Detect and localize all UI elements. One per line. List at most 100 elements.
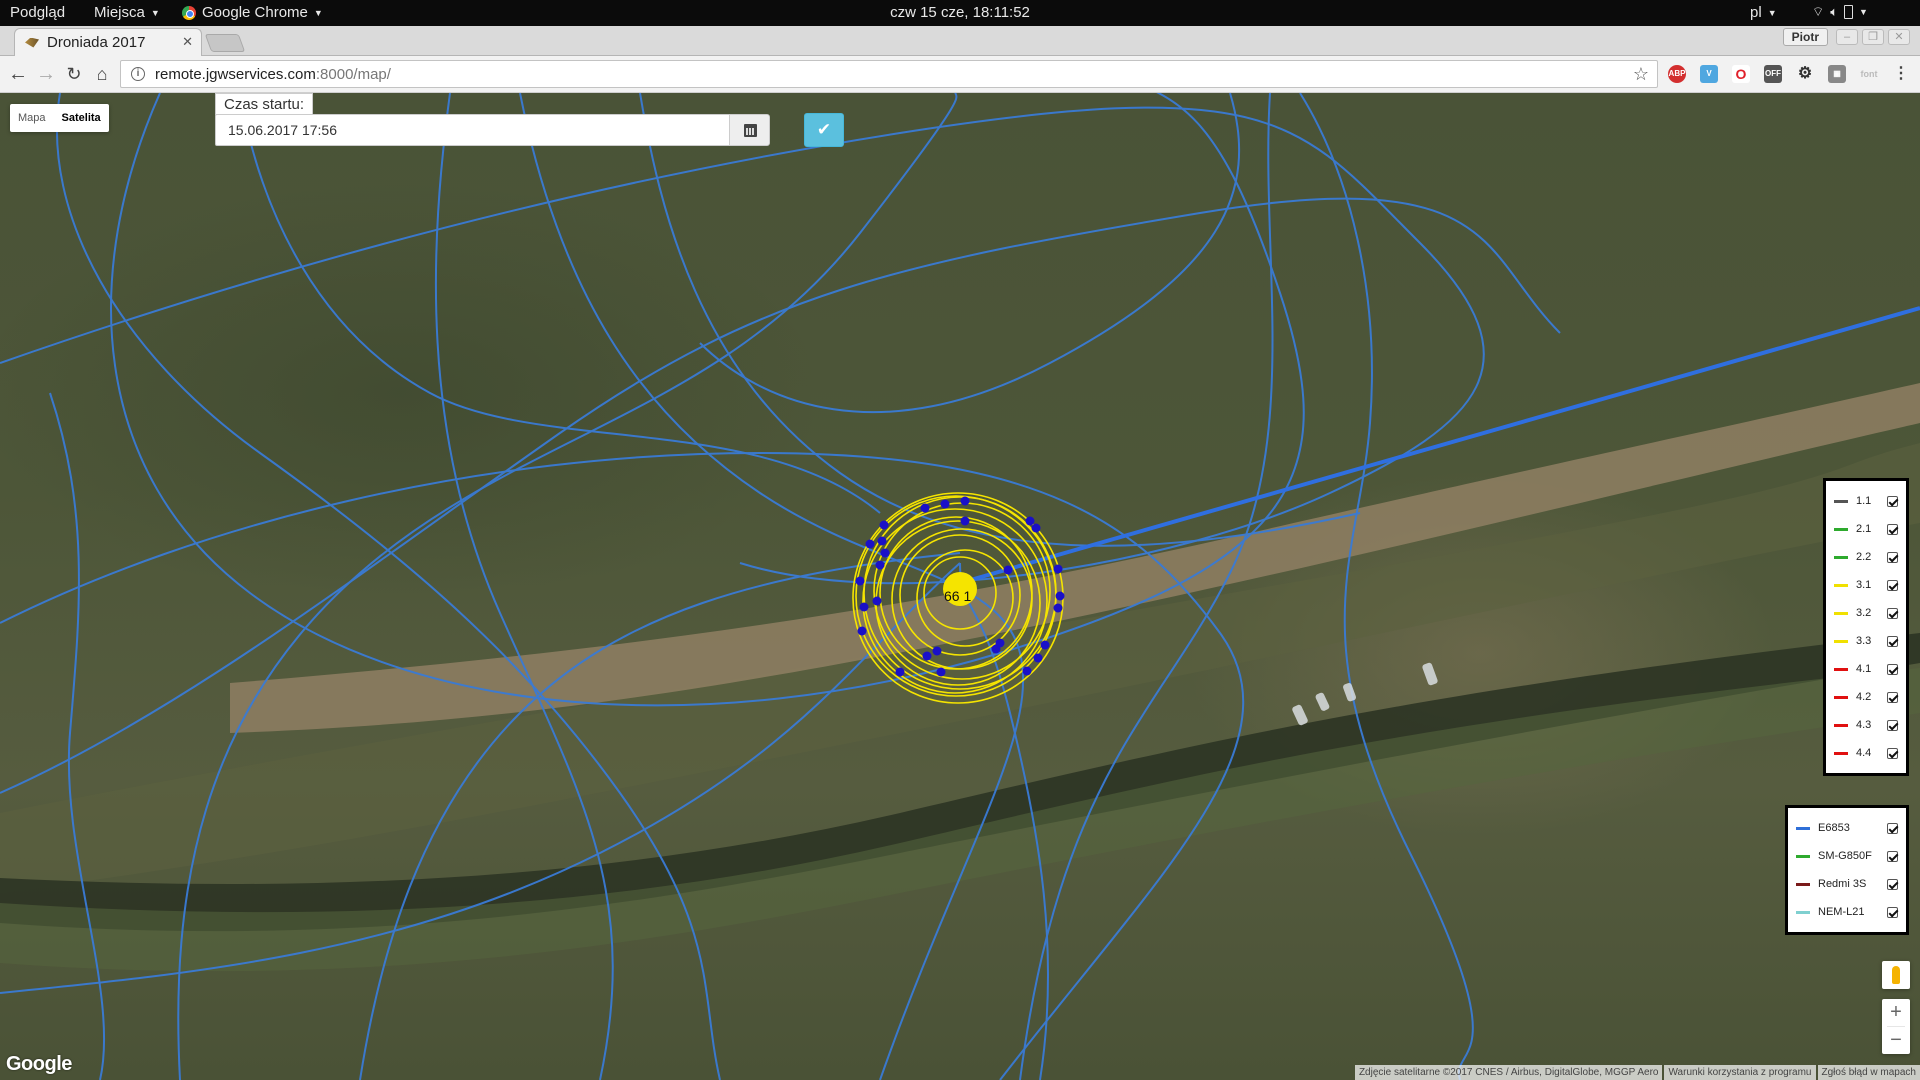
google-logo: Google [6,1053,72,1075]
waypoint[interactable] [991,644,1001,654]
menu-icon[interactable]: ⋮ [1892,65,1910,83]
legend-row[interactable]: 4.1 [1834,655,1898,683]
map-type-satellite[interactable]: Satelita [54,104,109,132]
waypoint[interactable] [1003,565,1013,575]
maximize-button[interactable]: ❐ [1862,29,1884,45]
legend-checkbox[interactable] [1887,878,1898,890]
favicon [25,37,39,48]
waypoint[interactable] [879,520,889,530]
marker-label: 66 1 [944,588,972,604]
legend-checkbox[interactable] [1887,906,1898,918]
legend-checkbox[interactable] [1887,850,1898,862]
waypoint[interactable] [960,496,970,506]
street-view-pegman-icon[interactable] [1882,961,1910,989]
legend-checkbox[interactable] [1887,747,1898,759]
waypoint[interactable] [865,539,875,549]
zoom-in-button[interactable]: + [1882,999,1910,1026]
reload-button[interactable]: ↻ [62,62,86,86]
opera-extension-icon[interactable]: O [1732,65,1750,83]
adblock-extension-icon[interactable]: ABP [1668,65,1686,83]
legend-row[interactable]: 4.3 [1834,711,1898,739]
v-extension-icon[interactable]: V [1700,65,1718,83]
legend-checkbox[interactable] [1887,495,1898,507]
legend-row[interactable]: 1.1 [1834,487,1898,515]
new-tab-button[interactable] [204,34,246,52]
waypoint[interactable] [1031,523,1041,533]
gear-icon[interactable]: ⚙ [1796,65,1814,83]
legend-checkbox[interactable] [1887,822,1898,834]
off-extension-icon[interactable]: OFF [1764,65,1782,83]
legend-row[interactable]: 4.2 [1834,683,1898,711]
legend-checkbox[interactable] [1887,691,1898,703]
address-bar[interactable]: i remote.jgwservices.com:8000/map/ ☆ [120,60,1658,88]
legend-row[interactable]: 2.1 [1834,515,1898,543]
report-error-link[interactable]: Zgłoś błąd w mapach [1817,1065,1920,1080]
legend-checkbox[interactable] [1887,551,1898,563]
minimize-button[interactable]: – [1836,29,1858,45]
zoom-out-button[interactable]: − [1882,1027,1910,1054]
start-time-input[interactable]: 15.06.2017 17:56 [215,114,730,146]
waypoint[interactable] [855,576,865,586]
terms-link[interactable]: Warunki korzystania z programu [1664,1065,1816,1080]
waypoint[interactable] [1022,666,1032,676]
legend-checkbox[interactable] [1887,607,1898,619]
waypoint[interactable] [880,548,890,558]
clock[interactable]: czw 15 cze, 18:11:52 [890,4,1030,21]
legend-row[interactable]: 3.1 [1834,571,1898,599]
legend-checkbox[interactable] [1887,523,1898,535]
waypoint[interactable] [922,651,932,661]
font-extension-icon[interactable]: font [1860,65,1878,83]
language-menu[interactable]: pl ▼ [1750,4,1777,21]
calendar-button[interactable] [729,114,770,146]
waypoint[interactable] [1053,564,1063,574]
home-button[interactable]: ⌂ [90,62,114,86]
info-icon[interactable]: i [131,67,145,81]
activities-button[interactable]: Podgląd [10,4,65,21]
legend-row[interactable]: SM-G850F [1796,842,1898,870]
waypoint[interactable] [1025,516,1035,526]
waypoint[interactable] [859,602,869,612]
volume-icon: 🔈︎ [1830,4,1839,19]
waypoint[interactable] [875,560,885,570]
waypoint[interactable] [877,536,887,546]
waypoint[interactable] [1053,603,1063,613]
waypoint[interactable] [895,667,905,677]
forward-button[interactable]: → [34,62,58,86]
legend-row[interactable]: NEM-L21 [1796,898,1898,926]
waypoint[interactable] [932,646,942,656]
waypoint[interactable] [936,667,946,677]
legend-row[interactable]: Redmi 3S [1796,870,1898,898]
legend-row[interactable]: E6853 [1796,814,1898,842]
waypoint[interactable] [872,596,882,606]
legend-row[interactable]: 4.4 [1834,739,1898,767]
waypoint[interactable] [960,516,970,526]
close-icon[interactable]: ✕ [182,34,193,50]
legend-label: 4.2 [1856,691,1872,703]
waypoint[interactable] [920,503,930,513]
bookmark-star-icon[interactable]: ☆ [1633,64,1649,85]
legend-checkbox[interactable] [1887,579,1898,591]
legend-checkbox[interactable] [1887,663,1898,675]
legend-row[interactable]: 2.2 [1834,543,1898,571]
map-type-map[interactable]: Mapa [10,104,54,132]
waypoint[interactable] [1033,653,1043,663]
tab-droniada[interactable]: Droniada 2017 ✕ [14,28,202,56]
map-canvas[interactable]: 66 1 Mapa Satelita Czas startu: 15.06.20… [0,93,1920,1080]
places-menu[interactable]: Miejsca ▼ [94,4,160,21]
back-button[interactable]: ← [6,62,30,86]
profile-button[interactable]: Piotr [1782,28,1828,46]
grid-extension-icon[interactable]: ▦ [1828,65,1846,83]
system-status-menu[interactable]: ⌔ 🔈︎ ▼ [1812,4,1868,20]
legend-checkbox[interactable] [1887,635,1898,647]
legend-row[interactable]: 3.2 [1834,599,1898,627]
window-close-button[interactable]: ✕ [1888,29,1910,45]
waypoint[interactable] [857,626,867,636]
confirm-button[interactable]: ✔ [804,113,844,147]
legend-row[interactable]: 3.3 [1834,627,1898,655]
waypoint[interactable] [1055,591,1065,601]
waypoint[interactable] [1040,640,1050,650]
app-menu[interactable]: Google Chrome ▼ [182,4,323,21]
legend-checkbox[interactable] [1887,719,1898,731]
calendar-icon [744,124,757,137]
waypoint[interactable] [940,499,950,509]
